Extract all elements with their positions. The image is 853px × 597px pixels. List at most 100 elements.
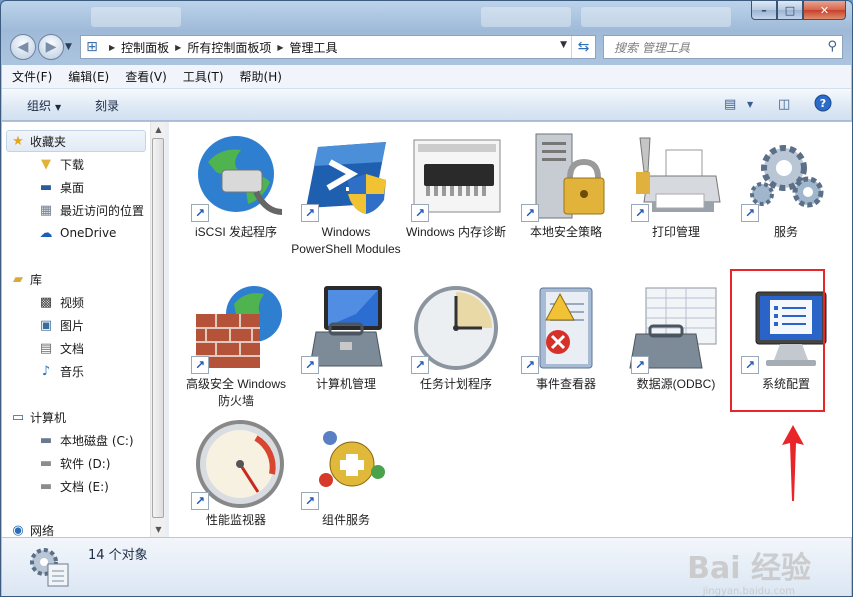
nav-libraries-label: 库	[30, 273, 43, 287]
chevron-down-icon: ▼	[55, 103, 62, 112]
nav-item-videos[interactable]: ▩ 视频	[38, 294, 84, 311]
shortcut-arrow-icon: ↗	[191, 204, 209, 222]
tile-event-viewer[interactable]: ↗ 事件查看器	[511, 284, 621, 393]
nav-favorites[interactable]: ★ 收藏夹	[10, 133, 66, 150]
organize-button[interactable]: 组织 ▼	[27, 97, 61, 114]
nav-item-documents[interactable]: ▤ 文档	[38, 340, 84, 357]
nav-libraries[interactable]: ▰ 库	[10, 271, 42, 288]
change-view-icon[interactable]: ▤	[724, 97, 736, 112]
cloud-icon: ☁	[39, 225, 53, 241]
caption-buttons: – □ ✕	[751, 1, 846, 20]
tile-print-management[interactable]: ↗ 打印管理	[621, 132, 731, 241]
menu-bar: 文件(F) 编辑(E) 查看(V) 工具(T) 帮助(H)	[2, 65, 851, 89]
shortcut-arrow-icon: ↗	[631, 356, 649, 374]
command-bar: 组织 ▼ 刻录 ▤ ▼ ◫ ?	[2, 89, 851, 121]
tile-iscsi[interactable]: ↗ iSCSI 发起程序	[181, 132, 291, 241]
nav-network[interactable]: ◉ 网络	[10, 522, 54, 537]
breadcrumb-control-panel[interactable]: 控制面板	[121, 39, 169, 56]
explorer-window: – □ ✕ ◀ ▶ ▼ ⊞ ▶ 控制面板 ▶ 所有控制面板项 ▶ 管理工具 ▼ …	[0, 0, 853, 597]
help-icon[interactable]: ?	[814, 94, 832, 116]
svg-text:?: ?	[820, 97, 826, 110]
shortcut-arrow-icon: ↗	[631, 204, 649, 222]
tile-services[interactable]: ↗ 服务	[731, 132, 841, 241]
tile-performance-monitor[interactable]: ↗ 性能监视器	[181, 420, 291, 529]
tile-label: 计算机管理	[315, 377, 376, 391]
nav-item-label: 桌面	[60, 181, 85, 195]
search-box[interactable]: 搜索 管理工具 ⚲	[603, 35, 843, 59]
nav-item-pictures[interactable]: ▣ 图片	[38, 317, 84, 334]
recent-places-icon: ▦	[39, 203, 53, 218]
shortcut-arrow-icon: ↗	[521, 204, 539, 222]
tile-powershell-modules[interactable]: ↗ Windows PowerShell Modules	[291, 132, 401, 258]
tile-label: 性能监视器	[205, 513, 266, 527]
forward-button[interactable]: ▶	[38, 34, 64, 60]
nav-item-downloads[interactable]: ▼ 下载	[38, 156, 84, 173]
menu-tools[interactable]: 工具(T)	[183, 68, 224, 85]
nav-item-onedrive[interactable]: ☁ OneDrive	[38, 225, 117, 241]
tile-local-security-policy[interactable]: ↗ 本地安全策略	[511, 132, 621, 241]
scroll-thumb[interactable]	[152, 138, 164, 518]
nav-item-label: 本地磁盘 (C:)	[60, 434, 134, 448]
back-button[interactable]: ◀	[10, 34, 36, 60]
chevron-right-icon[interactable]: ▶	[277, 43, 283, 52]
tile-label: 本地安全策略	[529, 225, 602, 239]
watermark: Bai 经验	[687, 551, 811, 586]
maximize-button[interactable]: □	[777, 1, 803, 20]
back-arrow-icon: ◀	[17, 39, 29, 55]
menu-file[interactable]: 文件(F)	[12, 68, 52, 85]
nav-item-drive-d[interactable]: ▬ 软件 (D:)	[38, 455, 111, 472]
watermark-url: jingyan.baidu.com	[702, 586, 795, 597]
preview-pane-icon[interactable]: ◫	[778, 97, 790, 112]
breadcrumb-all-items[interactable]: 所有控制面板项	[187, 39, 271, 56]
shortcut-arrow-icon: ↗	[741, 204, 759, 222]
nav-item-music[interactable]: ♪ 音乐	[38, 363, 84, 380]
scroll-down-arrow[interactable]: ▼	[151, 522, 166, 537]
tile-label: 数据源(ODBC)	[636, 377, 716, 391]
close-button[interactable]: ✕	[803, 1, 846, 20]
navigation-pane: ★ 收藏夹 ▼ 下载 ▬ 桌面 ▦ 最近访问的位置 ☁ OneDrive ▰ 库…	[2, 122, 150, 537]
server-lock-icon: ↗	[516, 132, 616, 222]
nav-item-drive-c[interactable]: ▬ 本地磁盘 (C:)	[38, 432, 134, 449]
breadcrumb-admin-tools[interactable]: 管理工具	[290, 39, 338, 56]
chevron-right-icon[interactable]: ▶	[175, 43, 181, 52]
burn-button[interactable]: 刻录	[95, 97, 119, 114]
view-dropdown-icon[interactable]: ▼	[747, 100, 753, 109]
drive-icon: ▬	[39, 479, 53, 494]
address-dropdown-icon[interactable]: ▼	[560, 40, 567, 50]
navigation-row: ◀ ▶ ▼ ⊞ ▶ 控制面板 ▶ 所有控制面板项 ▶ 管理工具 ▼ ⇆ 搜索 管…	[1, 33, 852, 61]
menu-edit[interactable]: 编辑(E)	[68, 68, 109, 85]
tile-label: iSCSI 发起程序	[194, 225, 277, 239]
tile-memory-diagnostic[interactable]: ↗ Windows 内存诊断	[401, 132, 511, 241]
pictures-icon: ▣	[39, 318, 53, 333]
menu-help[interactable]: 帮助(H)	[240, 68, 282, 85]
search-input[interactable]: 搜索 管理工具	[614, 39, 690, 56]
shortcut-arrow-icon: ↗	[411, 356, 429, 374]
red-arrow-up-icon	[780, 425, 806, 504]
nav-scrollbar[interactable]: ▲ ▼	[150, 122, 165, 537]
search-icon[interactable]: ⚲	[827, 39, 837, 54]
tile-firewall[interactable]: ↗ 高级安全 Windows 防火墙	[181, 284, 291, 410]
nav-item-recent[interactable]: ▦ 最近访问的位置	[38, 202, 144, 219]
chevron-right-icon[interactable]: ▶	[109, 43, 115, 52]
video-icon: ▩	[39, 295, 53, 310]
tile-computer-management[interactable]: ↗ 计算机管理	[291, 284, 401, 393]
refresh-icon[interactable]: ⇆	[571, 36, 595, 58]
nav-item-desktop[interactable]: ▬ 桌面	[38, 179, 84, 196]
organize-label: 组织	[27, 99, 52, 113]
network-icon: ◉	[12, 523, 24, 537]
tile-component-services[interactable]: ↗ 组件服务	[291, 420, 401, 529]
tile-odbc[interactable]: ↗ 数据源(ODBC)	[621, 284, 731, 393]
music-note-icon: ♪	[41, 364, 51, 379]
shortcut-arrow-icon: ↗	[191, 356, 209, 374]
recent-pages-dropdown[interactable]: ▼	[65, 42, 72, 52]
minimize-button[interactable]: –	[751, 1, 777, 20]
forward-arrow-icon: ▶	[45, 39, 57, 55]
address-bar[interactable]: ⊞ ▶ 控制面板 ▶ 所有控制面板项 ▶ 管理工具 ▼ ⇆	[80, 35, 596, 59]
menu-view[interactable]: 查看(V)	[125, 68, 167, 85]
nav-item-drive-e[interactable]: ▬ 文档 (E:)	[38, 478, 109, 495]
scroll-up-arrow[interactable]: ▲	[151, 122, 166, 137]
nav-computer[interactable]: ▭ 计算机	[10, 409, 66, 426]
drive-icon: ▬	[39, 456, 53, 471]
tile-label: 事件查看器	[535, 377, 596, 391]
tile-task-scheduler[interactable]: ↗ 任务计划程序	[401, 284, 511, 393]
